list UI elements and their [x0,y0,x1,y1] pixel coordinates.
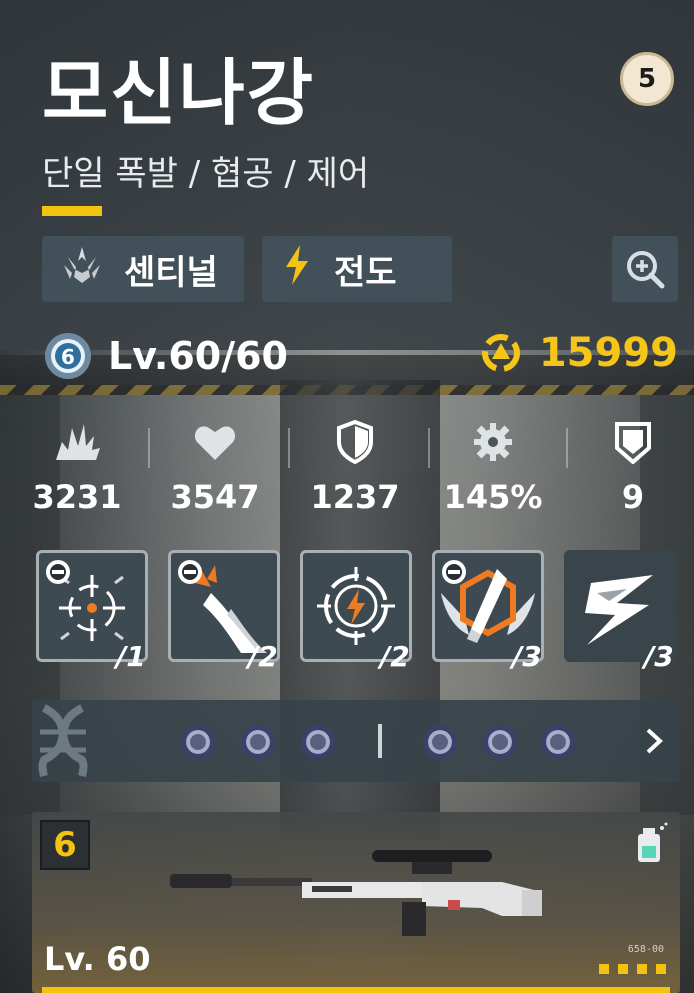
weapon-card[interactable]: 6 Lv. 60 658-00 [32,812,680,993]
sentinel-crest-icon [60,243,104,296]
slot-left-1[interactable] [181,725,215,759]
weapon-rank: 6 [40,820,90,870]
skill-3-level: /2 [380,640,410,673]
lock-icon [178,560,202,584]
skill-4-level: /3 [512,640,542,673]
sniper-rifle-image [170,850,542,936]
lock-icon [46,560,70,584]
skill-5-level: /3 [644,640,674,673]
skill-1-level: /1 [116,640,146,673]
stat-hp: 3547 [150,418,280,516]
stats-panel: 3231 3547 1237 145% 9 [0,418,694,528]
level-text: Lv.60/60 [108,334,288,378]
weapon-level: Lv. 60 [44,940,151,978]
rank-badge[interactable]: 5 [620,52,674,106]
stat-extra-value: 9 [621,478,645,516]
attack-burst-icon [56,424,100,460]
stat-attack: 3231 [12,418,142,516]
weapon-star-dots [599,964,666,974]
tag-element[interactable]: 전도 [262,236,452,302]
stat-crit-value: 145% [443,478,543,516]
chevron-right-icon[interactable] [642,726,666,756]
tier-badge-number: 6 [61,345,75,369]
zoom-in-icon [627,251,665,289]
stat-crit: 145% [428,418,558,516]
tier-badge-icon: 6 [45,333,91,379]
badge-shield-icon [615,422,651,464]
character-roles: 단일 폭발 / 협공 / 제어 [42,154,370,194]
star-dot [599,964,609,974]
tag-class[interactable]: 센티널 [42,236,244,302]
slot-right-3[interactable] [541,725,575,759]
lightning-icon [280,243,314,296]
heart-icon [194,426,236,460]
shield-icon [337,420,373,464]
combat-power-value: 15999 [538,330,678,376]
zoom-button[interactable] [612,236,678,302]
star-dot [618,964,628,974]
weapon-accent-bar [42,987,670,993]
star-dot [637,964,647,974]
star-dot [656,964,666,974]
tag-element-label: 전도 [334,252,397,293]
slot-left-3[interactable] [301,725,335,759]
stat-hp-value: 3547 [170,478,260,516]
character-name: 모신나강 [42,51,315,135]
power-row: 15999 [481,330,678,376]
skill-2-level: /2 [248,640,278,673]
slot-left-2[interactable] [241,725,275,759]
weapon-code: 658-00 [627,944,664,955]
spray-can-icon[interactable] [630,822,670,864]
slot-divider [378,724,382,758]
stat-defense: 1237 [290,418,420,516]
slot-right-1[interactable] [423,725,457,759]
combat-power-icon [481,334,520,372]
stat-defense-value: 1237 [310,478,400,516]
gear-crit-icon [474,423,512,461]
slot-right-2[interactable] [483,725,517,759]
stat-extra: 9 [568,418,694,516]
level-row: 6 Lv.60/60 [42,330,288,382]
lock-icon [442,560,466,584]
dna-helix-icon [38,704,88,777]
equipment-slot-row[interactable] [32,700,680,782]
stat-attack-value: 3231 [32,478,122,516]
accent-underline [42,206,102,216]
tag-class-label: 센티널 [124,252,218,293]
